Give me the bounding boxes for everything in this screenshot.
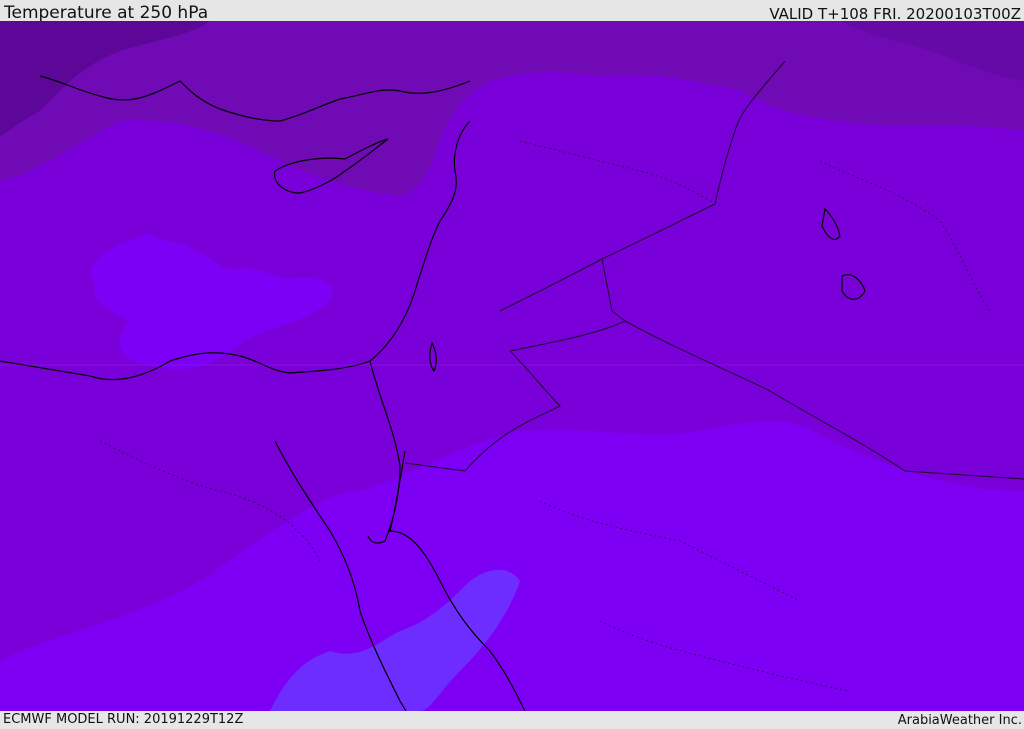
weather-map — [0, 21, 1024, 711]
map-viewer: Temperature at 250 hPa VALID T+108 FRI. … — [0, 0, 1024, 729]
map-canvas — [0, 21, 1024, 711]
footer-bar: ECMWF MODEL RUN: 20191229T12Z ArabiaWeat… — [0, 711, 1024, 729]
map-title: Temperature at 250 hPa — [4, 3, 209, 23]
model-run-label: ECMWF MODEL RUN: 20191229T12Z — [3, 712, 244, 727]
credit-label: ArabiaWeather Inc. — [897, 713, 1022, 728]
header-bar: Temperature at 250 hPa VALID T+108 FRI. … — [0, 0, 1024, 23]
